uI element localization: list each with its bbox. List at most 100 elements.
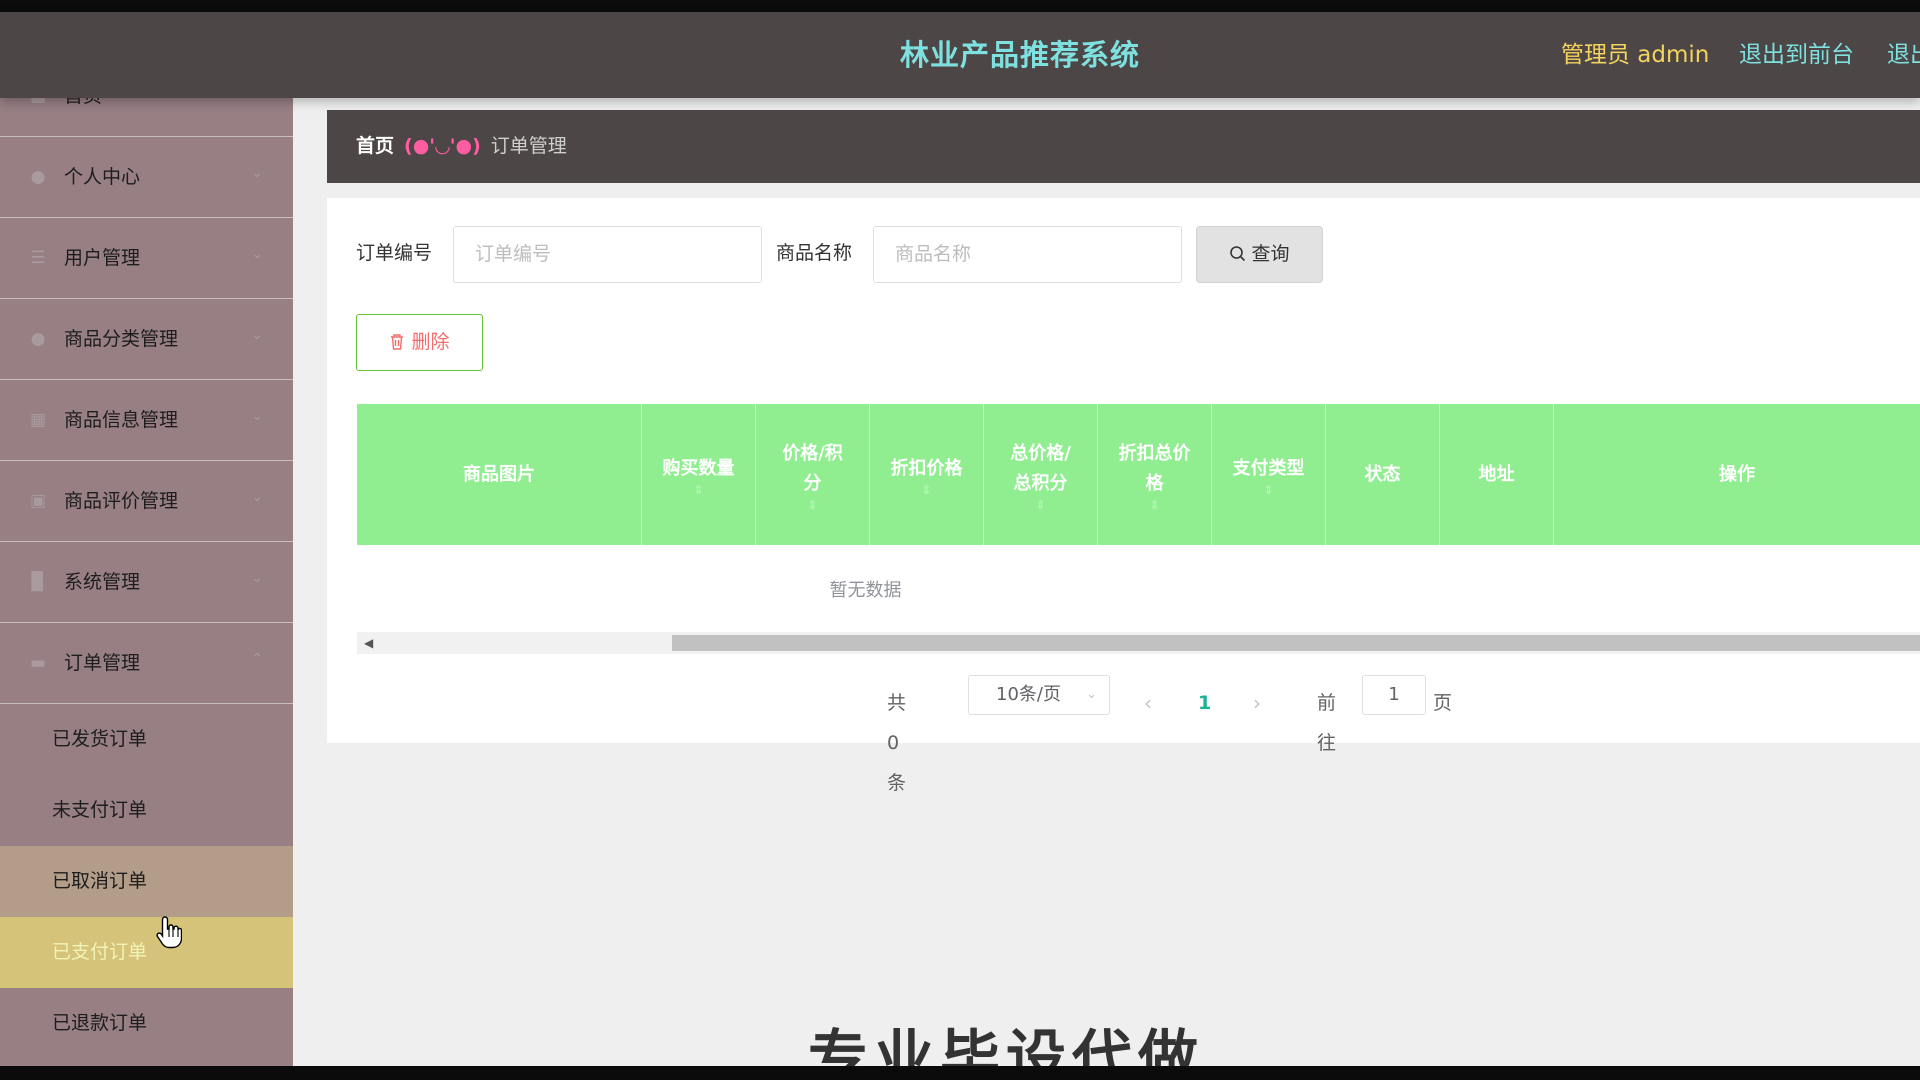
sidebar-item-home[interactable]: ■ 首页 (0, 98, 293, 137)
submenu-shipped-orders[interactable]: 已发货订单 (0, 704, 293, 775)
chevron-down-icon: ⌄ (251, 489, 263, 505)
mouse-cursor-hand-icon (156, 916, 182, 949)
page-size-value: 10条/页 (996, 684, 1061, 705)
sort-icon[interactable]: ⇕ (921, 484, 931, 496)
chart-icon: ▉ (31, 572, 45, 592)
breadcrumb-separator: (●'◡'●) (404, 135, 481, 157)
chevron-down-icon: ⌄ (251, 570, 263, 586)
column-header-discount-total[interactable]: 折扣总价格 ⇕ (1098, 404, 1212, 545)
order-number-label: 订单编号 (356, 242, 433, 264)
breadcrumb: 首页 (●'◡'●) 订单管理 (327, 110, 1920, 183)
prev-page-button[interactable]: ‹ (1144, 683, 1152, 723)
column-header-price[interactable]: 价格/积分 ⇕ (756, 404, 870, 545)
sidebar-item-label: 系统管理 (64, 571, 141, 593)
sidebar-item-product-management[interactable]: ▦ 商品信息管理 ⌄ (0, 380, 293, 461)
chevron-down-icon: ⌄ (1086, 687, 1097, 702)
logout-link[interactable]: 退出登录 (1887, 12, 1920, 98)
sidebar-item-label: 个人中心 (64, 166, 141, 188)
product-name-input[interactable]: 商品名称 (873, 226, 1182, 283)
sidebar: ■ 首页 ● 个人中心 ⌄ ☰ 用户管理 ⌄ ● 商品分类管理 ⌄ ▦ 商品信息… (0, 98, 293, 1066)
user-icon: ● (30, 329, 46, 349)
search-icon (1230, 246, 1246, 262)
query-button[interactable]: 查询 (1196, 226, 1323, 283)
column-label: 价格/积分 (782, 442, 843, 494)
column-label: 操作 (1719, 463, 1755, 485)
bottom-black-bar (0, 1066, 1920, 1080)
sidebar-item-label: 商品信息管理 (64, 409, 179, 431)
chevron-down-icon: ⌄ (251, 246, 263, 262)
sort-icon[interactable]: ⇕ (1149, 499, 1159, 511)
sidebar-item-label: 商品评价管理 (64, 490, 179, 512)
sidebar-item-label: 首页 (64, 98, 102, 137)
admin-user-label: 管理员 admin (1561, 42, 1710, 68)
page-suffix-label: 页 (1433, 692, 1453, 714)
column-header-total-price[interactable]: 总价格/总积分 ⇕ (984, 404, 1098, 545)
sidebar-item-user-management[interactable]: ☰ 用户管理 ⌄ (0, 218, 293, 299)
empty-table-text: 暂无数据 (829, 580, 902, 601)
sidebar-item-order-management[interactable]: ▬ 订单管理 ⌃ (0, 623, 293, 704)
column-label: 状态 (1364, 463, 1401, 485)
chevron-down-icon: ⌄ (251, 165, 263, 181)
column-header-actions: 操作 (1554, 404, 1920, 545)
submenu-paid-orders[interactable]: 已支付订单 (0, 917, 293, 988)
top-header: 林业产品推荐系统 管理员 admin 退出到前台 退出登录 (0, 12, 1920, 98)
trash-icon (391, 334, 404, 350)
grid-icon: ▦ (29, 410, 47, 430)
sidebar-item-personal-center[interactable]: ● 个人中心 ⌄ (0, 137, 293, 218)
column-header-status[interactable]: 状态 (1326, 404, 1440, 545)
sidebar-item-label: 商品分类管理 (64, 328, 179, 350)
column-header-discount-price[interactable]: 折扣价格 ⇕ (870, 404, 984, 545)
next-page-button[interactable]: › (1253, 683, 1261, 723)
exit-to-front-link[interactable]: 退出到前台 (1739, 12, 1854, 98)
app-window: 林业产品推荐系统 管理员 admin 退出到前台 退出登录 ■ 首页 ● 个人中… (0, 0, 1920, 1080)
delete-button[interactable]: 删除 (356, 314, 483, 371)
column-label: 支付类型 (1232, 457, 1305, 479)
order-number-input[interactable]: 订单编号 (453, 226, 762, 283)
scroll-left-arrow-icon[interactable]: ◀ (364, 636, 373, 650)
pagination-total: 共 0 条 (887, 692, 907, 794)
sidebar-item-category-management[interactable]: ● 商品分类管理 ⌄ (0, 299, 293, 380)
column-header-address[interactable]: 地址 (1440, 404, 1554, 545)
page-number-current[interactable]: 1 (1198, 683, 1211, 723)
chevron-down-icon: ⌄ (251, 408, 263, 424)
scrollbar-thumb[interactable] (672, 635, 1920, 651)
column-label: 地址 (1478, 463, 1515, 485)
goto-page-input[interactable]: 1 (1362, 675, 1426, 715)
sidebar-menu: ■ 首页 ● 个人中心 ⌄ ☰ 用户管理 ⌄ ● 商品分类管理 ⌄ ▦ 商品信息… (0, 98, 293, 1059)
column-header-product-image[interactable]: 商品图片 (357, 404, 642, 545)
product-name-label: 商品名称 (776, 242, 853, 264)
order-list-panel: 订单编号 订单编号 商品名称 商品名称 查询 删除 商品图片 购买数量 ⇕ 价格/… (327, 198, 1920, 794)
query-button-label: 查询 (1251, 243, 1290, 265)
chevron-down-icon: ⌄ (251, 327, 263, 343)
sidebar-item-review-management[interactable]: ▣ 商品评价管理 ⌄ (0, 461, 293, 542)
goto-label: 前往 (1317, 692, 1337, 754)
sort-icon[interactable]: ⇕ (1035, 499, 1045, 511)
horizontal-scrollbar[interactable]: ◀ (357, 632, 1920, 654)
breadcrumb-home[interactable]: 首页 (356, 135, 394, 157)
column-header-quantity[interactable]: 购买数量 ⇕ (642, 404, 756, 545)
order-icon: ▬ (29, 653, 47, 673)
edit-icon: ▣ (29, 491, 47, 511)
table-header: 商品图片 购买数量 ⇕ 价格/积分 ⇕ 折扣价格 ⇕ 总价格/总积分 ⇕ 折扣总价格 ⇕ … (357, 404, 1920, 545)
sort-icon[interactable]: ⇕ (693, 484, 703, 496)
column-header-payment-type[interactable]: 支付类型 ⇕ (1212, 404, 1326, 545)
sidebar-item-label: 订单管理 (64, 652, 141, 674)
submenu-unpaid-orders[interactable]: 未支付订单 (0, 775, 293, 846)
sort-icon[interactable]: ⇕ (807, 499, 817, 511)
sidebar-item-system-management[interactable]: ▉ 系统管理 ⌄ (0, 542, 293, 623)
sort-icon[interactable]: ⇕ (1263, 484, 1273, 496)
user-icon: ● (30, 167, 46, 187)
column-label: 折扣总价格 (1118, 442, 1191, 494)
column-label: 商品图片 (463, 463, 535, 485)
home-icon: ■ (28, 98, 48, 106)
delete-button-label: 删除 (411, 331, 450, 353)
breadcrumb-current: 订单管理 (490, 135, 567, 157)
sidebar-item-label: 用户管理 (64, 247, 141, 269)
submenu-refunded-orders[interactable]: 已退款订单 (0, 988, 293, 1059)
chevron-up-icon: ⌃ (251, 651, 263, 667)
top-black-bar (0, 0, 1920, 12)
column-label: 购买数量 (662, 457, 735, 479)
page-size-select[interactable]: 10条/页 ⌄ (968, 675, 1110, 715)
submenu-cancelled-orders[interactable]: 已取消订单 (0, 846, 293, 917)
column-label: 总价格/总积分 (1010, 442, 1071, 494)
